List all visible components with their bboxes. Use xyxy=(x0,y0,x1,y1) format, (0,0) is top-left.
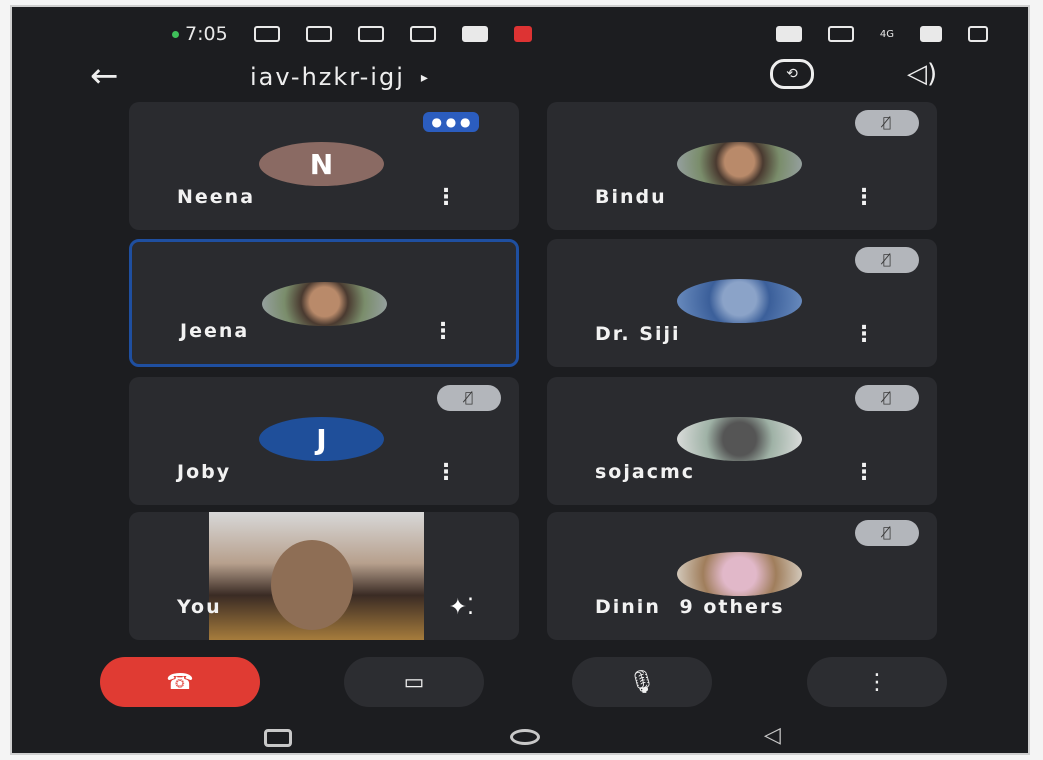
status-time: 7:05 xyxy=(185,23,228,45)
recording-dot-icon xyxy=(172,30,179,38)
more-options-icon[interactable]: ⋮ xyxy=(435,460,457,485)
participant-tile-you[interactable]: You ✦⁚ xyxy=(129,512,519,640)
switch-camera-icon[interactable]: ⟲ xyxy=(770,59,814,89)
back-triangle-icon[interactable]: ◁ xyxy=(764,723,781,748)
participant-tile-others[interactable]: 🎙̸ Dinin 9 others xyxy=(547,512,937,640)
status-bar: 7:05 4G xyxy=(172,21,988,47)
meeting-code[interactable]: iav-hzkr-igj ▸ xyxy=(250,63,430,91)
mic-muted-icon: 🎙̸ xyxy=(437,385,501,411)
speaker-icon[interactable]: ◁) xyxy=(907,59,937,89)
participant-name-first: Dinin xyxy=(595,596,661,618)
participant-tile-bindu[interactable]: 🎙̸ Bindu ⋮ xyxy=(547,102,937,230)
meet-call-screen: 7:05 4G ← iav-hzkr-igj ▸ ⟲ ◁) ● ● ● N Nee… xyxy=(10,5,1030,755)
signal-icon xyxy=(920,26,942,42)
self-video-face xyxy=(271,540,353,630)
self-video xyxy=(209,512,424,640)
mic-muted-icon: 🎙̸ xyxy=(855,247,919,273)
avatar xyxy=(262,282,387,326)
more-options-button[interactable]: ⋮ xyxy=(807,657,947,707)
network-type: 4G xyxy=(879,28,894,40)
video-camera-icon: ▭ xyxy=(403,669,425,695)
others-count: 9 others xyxy=(679,596,785,618)
effects-sparkle-icon[interactable]: ✦⁚ xyxy=(449,595,474,620)
volte-icon xyxy=(827,26,854,42)
participant-tile-jeena[interactable]: Jeena ⋮ xyxy=(129,239,519,367)
speaking-indicator-icon: ● ● ● xyxy=(423,112,479,132)
video-toggle-button[interactable]: ▭ xyxy=(344,657,484,707)
microphone-toggle-button[interactable]: 🎙 xyxy=(572,657,712,707)
notification-status-icon xyxy=(513,26,532,42)
home-icon[interactable] xyxy=(510,729,540,745)
mic-muted-icon: 🎙̸ xyxy=(855,385,919,411)
settings-status-icon xyxy=(409,26,436,42)
avatar xyxy=(677,279,802,323)
avatar xyxy=(677,417,802,461)
meeting-code-text: iav-hzkr-igj xyxy=(250,63,405,91)
battery-saver-icon xyxy=(775,26,802,42)
participant-name: Neena xyxy=(177,186,256,208)
mic-muted-icon: 🎙̸ xyxy=(855,110,919,136)
hang-up-button[interactable]: ☎ xyxy=(100,657,260,707)
participant-name: Jeena xyxy=(180,320,250,342)
microphone-icon: 🎙 xyxy=(628,669,656,695)
mic-muted-icon: 🎙̸ xyxy=(855,520,919,546)
more-vertical-icon: ⋮ xyxy=(866,669,888,695)
participant-tile-dr-siji[interactable]: 🎙̸ Dr. Siji ⋮ xyxy=(547,239,937,367)
more-options-icon[interactable]: ⋮ xyxy=(432,319,454,344)
avatar xyxy=(677,552,802,596)
more-options-icon[interactable]: ⋮ xyxy=(435,185,457,210)
battery-icon xyxy=(968,26,988,42)
participant-tile-sojacmc[interactable]: 🎙̸ sojacmc ⋮ xyxy=(547,377,937,505)
participant-tile-neena[interactable]: ● ● ● N Neena ⋮ xyxy=(129,102,519,230)
recent-apps-icon[interactable] xyxy=(264,729,292,747)
hang-up-icon: ☎ xyxy=(166,669,194,695)
participant-name: Dr. Siji xyxy=(595,323,681,345)
participant-name: Bindu xyxy=(595,186,667,208)
back-arrow-icon[interactable]: ← xyxy=(90,59,119,93)
participant-name: You xyxy=(177,596,222,618)
participant-name: Dinin 9 others xyxy=(595,596,785,618)
avatar: N xyxy=(259,142,384,186)
avatar: J xyxy=(259,417,384,461)
participant-name: sojacmc xyxy=(595,461,696,483)
more-options-icon[interactable]: ⋮ xyxy=(853,460,875,485)
youtube-status-icon xyxy=(461,26,488,42)
participant-tile-joby[interactable]: 🎙̸ J Joby ⋮ xyxy=(129,377,519,505)
participant-name: Joby xyxy=(177,461,232,483)
news-status-icon xyxy=(305,26,332,42)
avatar xyxy=(677,142,802,186)
top-bar: ← iav-hzkr-igj ▸ ⟲ ◁) xyxy=(12,59,1028,99)
camera-status-icon xyxy=(253,26,280,42)
caret-right-icon: ▸ xyxy=(420,70,430,86)
more-options-icon[interactable]: ⋮ xyxy=(853,185,875,210)
more-options-icon[interactable]: ⋮ xyxy=(853,322,875,347)
app-status-icon xyxy=(357,26,384,42)
